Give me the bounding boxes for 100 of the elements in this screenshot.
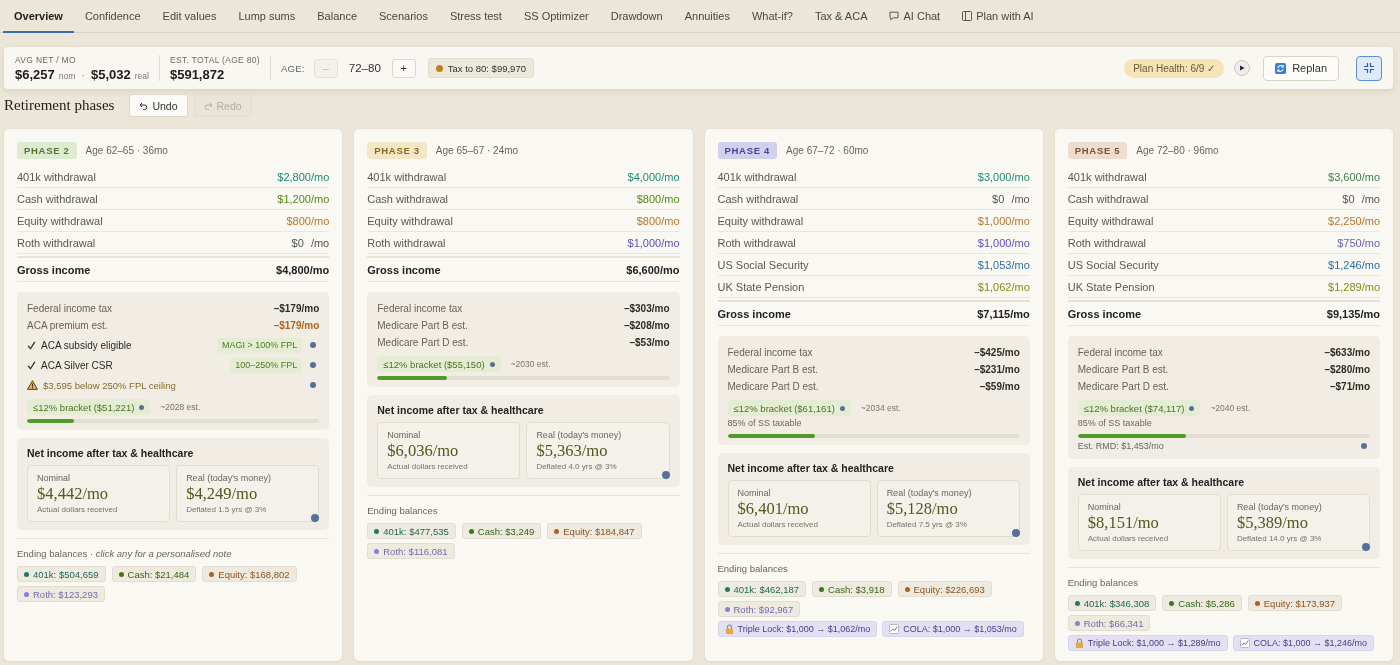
separator-text: · — [81, 68, 85, 81]
income-label: Cash withdrawal — [1067, 192, 1149, 205]
income-label: Cash withdrawal — [717, 192, 799, 205]
balance-chip[interactable]: 401k: $504,659 — [17, 566, 106, 582]
gross-income-value: $6,600/mo — [626, 263, 680, 276]
balance-chip[interactable]: Equity: $184,847 — [547, 523, 642, 539]
increase-button[interactable]: + — [391, 58, 416, 78]
monthly-amount: $4,249/mo — [186, 484, 259, 504]
status-label: ACA subsidy eligible — [41, 339, 132, 351]
tab[interactable]: Tax & ACA — [803, 0, 879, 33]
unit-label: real — [134, 70, 149, 81]
tax-value: –$231/mo — [974, 364, 1020, 375]
tax-value: –$53/mo — [629, 337, 670, 348]
income-label: Equity withdrawal — [17, 214, 103, 227]
threshold-tag: MAGI > 100% FPL — [216, 337, 303, 353]
tab[interactable]: SS Optimizer — [512, 0, 600, 33]
padlock-icon — [1074, 638, 1084, 648]
gross-income-value: $4,800/mo — [276, 263, 330, 276]
monthly-amount: $5,363/mo — [536, 441, 609, 461]
balance-chip[interactable]: Roth: $123,293 — [17, 586, 105, 602]
undo-icon — [139, 101, 149, 110]
balance-chip[interactable]: Cash: $3,918 — [812, 581, 892, 597]
bracket-label: ≤12% bracket ($51,221) — [33, 401, 135, 413]
gross-income-value: $7,115/mo — [977, 307, 1030, 320]
real-amount: $5,032 — [91, 66, 131, 82]
tab[interactable]: AI Chat — [878, 0, 952, 33]
tab[interactable]: Plan with AI — [951, 0, 1045, 33]
age-range: 72–80 — [348, 62, 381, 74]
replan-button[interactable]: Replan — [1263, 55, 1339, 81]
balance-chip[interactable]: 401k: $462,187 — [717, 581, 806, 597]
tax-label: Medicare Part B est. — [727, 364, 819, 375]
balance-chip[interactable]: Equity: $173,937 — [1247, 595, 1343, 611]
taxable-note: 85% of SS taxable — [1077, 417, 1153, 430]
balance-chip[interactable]: Roth: $116,081 — [367, 543, 455, 559]
section-title: Retirement phases — [4, 97, 115, 114]
income-type-label: Nominal — [37, 472, 71, 484]
income-value: $1,000/mo — [627, 236, 680, 249]
amount-note: Deflated 7.5 yrs @ 3% — [886, 519, 968, 531]
income-label: Roth withdrawal — [717, 236, 796, 249]
info-dot-icon — [310, 342, 317, 348]
info-dot-icon — [1361, 443, 1367, 449]
tab[interactable]: Annuities — [673, 0, 741, 33]
amount-note: Actual dollars received — [37, 504, 119, 516]
balance-chip[interactable]: Cash: $5,286 — [1162, 595, 1242, 611]
income-label: 401k withdrawal — [17, 170, 96, 183]
tab[interactable]: Balance — [306, 0, 368, 33]
gross-income-value: $9,135/mo — [1326, 307, 1380, 320]
collapse-button[interactable] — [1356, 55, 1382, 81]
net-income-title: Net income after tax & healthcare — [727, 461, 895, 475]
monthly-amount: $6,036/mo — [387, 441, 460, 461]
balance-chip[interactable]: Equity: $168,802 — [202, 566, 297, 582]
income-value: $1,000/mo — [977, 236, 1030, 249]
phase-badge: PHASE 5 — [1067, 142, 1128, 159]
refresh-icon — [1275, 62, 1287, 74]
plan-health-pill: Plan Health: 6/9 ✓ — [1124, 58, 1225, 78]
tax-label: ACA premium est. — [27, 320, 108, 331]
padlock-icon — [724, 624, 734, 634]
tax-label: Medicare Part D est. — [727, 381, 819, 392]
net-income-title: Net income after tax & healthcare — [377, 403, 545, 417]
play-icon — [1239, 65, 1246, 71]
rmd-note: Est. RMD: $1,453/mo — [1077, 441, 1164, 451]
monthly-amount: $6,401/mo — [737, 499, 810, 519]
balance-chip[interactable]: 401k: $346,308 — [1067, 595, 1157, 611]
income-value: $800/mo — [286, 214, 330, 227]
tax-total-text: Tax to 80: $99,970 — [447, 62, 526, 74]
redo-icon — [203, 101, 213, 110]
tab[interactable]: Scenarios — [368, 0, 439, 33]
tax-value: –$303/mo — [623, 303, 670, 314]
line-chart-icon — [889, 624, 900, 634]
income-label: US Social Security — [717, 258, 809, 271]
tax-value: –$425/mo — [974, 347, 1020, 358]
income-value: $2,800/mo — [277, 170, 330, 183]
balance-chip[interactable]: Cash: $3,249 — [461, 523, 542, 539]
income-label: 401k withdrawal — [717, 170, 797, 183]
balance-chip[interactable]: Roth: $66,341 — [1067, 615, 1151, 631]
balance-chip[interactable]: 401k: $477,535 — [367, 523, 456, 539]
tab[interactable]: Stress test — [438, 0, 513, 33]
warning-icon — [27, 380, 38, 390]
tab[interactable]: What-if? — [740, 0, 804, 33]
gross-income-label: Gross income — [1067, 307, 1142, 320]
bracket-year: ~2034 est. — [860, 403, 901, 413]
info-dot-icon — [1011, 529, 1020, 537]
tax-label: Medicare Part D est. — [377, 337, 469, 348]
tab[interactable]: Confidence — [73, 0, 152, 33]
income-type-label: Real (today's money) — [886, 487, 973, 499]
collapse-icon — [1363, 62, 1375, 74]
tab[interactable]: Drawdown — [599, 0, 674, 33]
balance-chip[interactable]: Roth: $92,967 — [717, 601, 801, 617]
tab[interactable]: Overview — [3, 0, 74, 33]
monthly-amount: $8,151/mo — [1087, 513, 1160, 533]
tab[interactable]: Edit values — [151, 0, 228, 33]
balance-chip[interactable]: Equity: $226,693 — [897, 581, 992, 597]
phase-age-range: Age 65–67 · 24mo — [435, 145, 519, 156]
amount-note: Actual dollars received — [737, 519, 819, 531]
ending-balances-label: Ending balances — [717, 562, 789, 575]
balance-chip[interactable]: Cash: $21,484 — [111, 566, 197, 582]
undo-button[interactable]: Undo — [129, 94, 188, 117]
play-button[interactable] — [1234, 60, 1251, 76]
increase-text: COLA: $1,000 → $1,053/mo — [903, 624, 1017, 634]
tab[interactable]: Lump sums — [227, 0, 307, 33]
